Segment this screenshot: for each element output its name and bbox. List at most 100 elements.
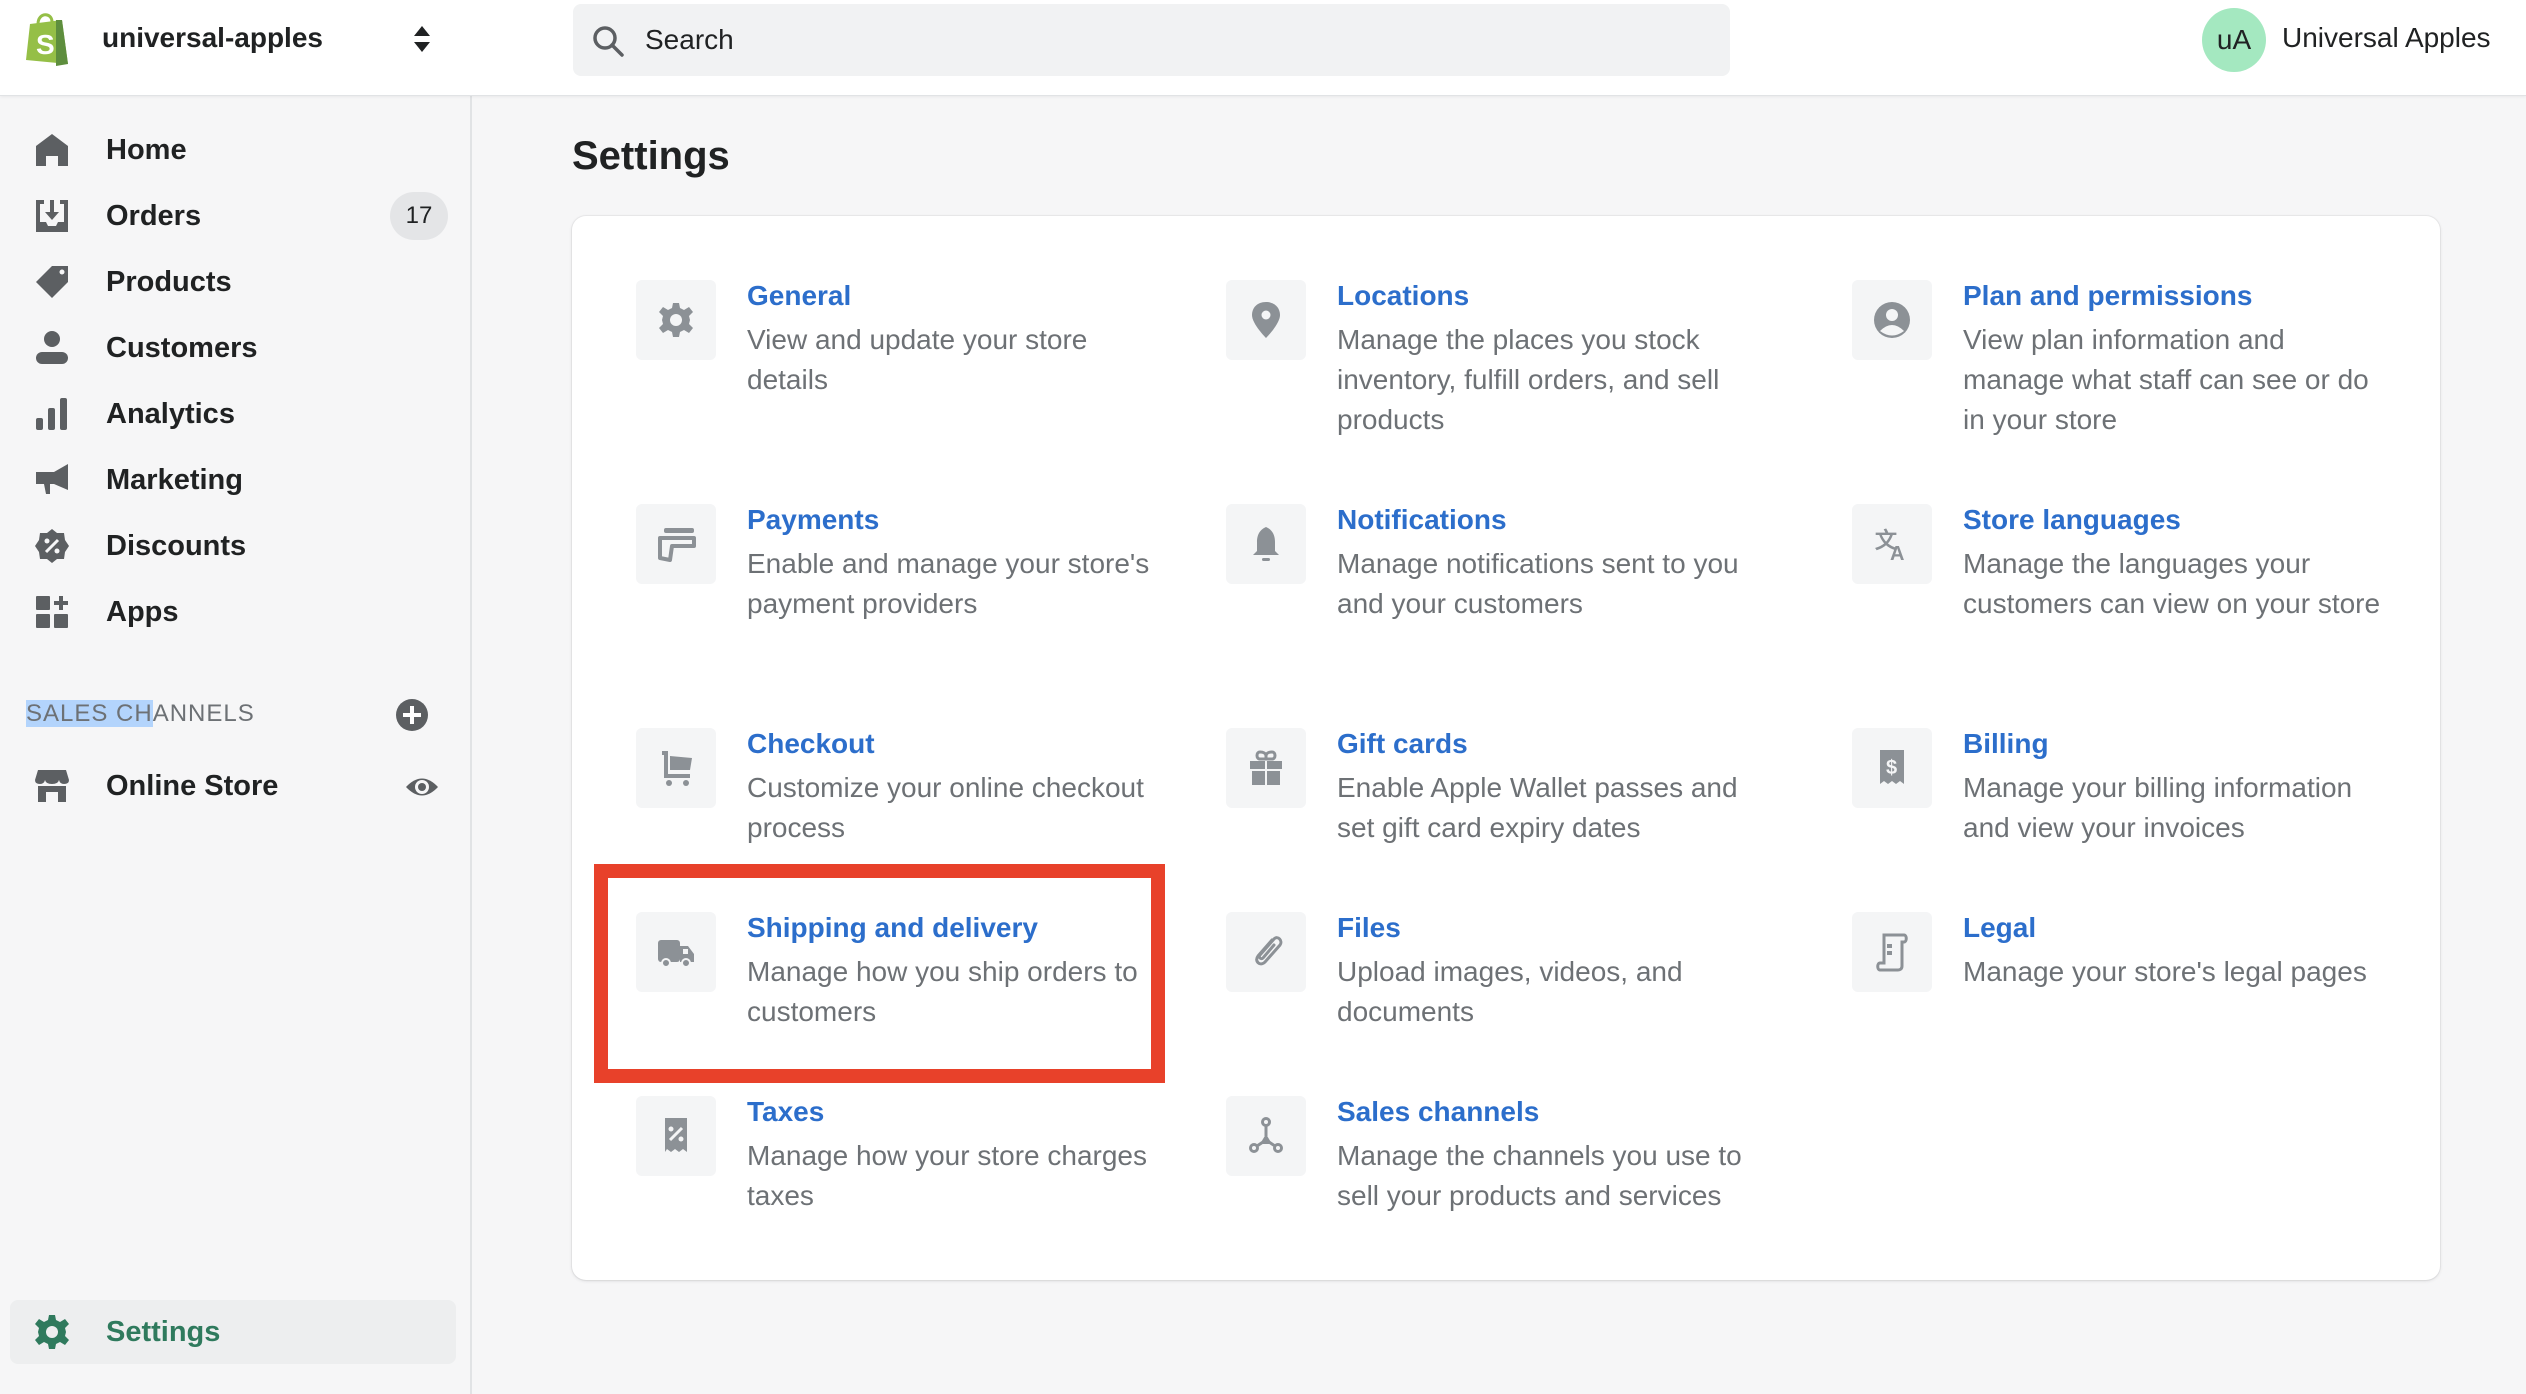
sidebar-item-label: Products <box>106 266 232 298</box>
setting-title[interactable]: Shipping and delivery <box>747 912 1038 944</box>
person-icon <box>36 331 68 364</box>
setting-title[interactable]: Store languages <box>1963 504 2181 536</box>
store-switcher-icon[interactable] <box>410 24 434 54</box>
setting-title[interactable]: Billing <box>1963 728 2049 760</box>
setting-title[interactable]: Sales channels <box>1337 1096 1539 1128</box>
sidebar-item-analytics[interactable]: Analytics <box>10 384 456 444</box>
orders-count-badge: 17 <box>390 192 448 240</box>
bell-icon <box>1253 527 1279 561</box>
setting-title[interactable]: Notifications <box>1337 504 1507 536</box>
sidebar-item-marketing[interactable]: Marketing <box>10 450 456 510</box>
icon-box <box>636 728 716 808</box>
setting-description: View and update your store details <box>747 324 1088 395</box>
icon-box <box>636 504 716 584</box>
setting-description: Manage your billing information and view… <box>1963 772 2353 843</box>
truck-icon <box>658 940 694 968</box>
bar-chart-icon <box>36 398 67 430</box>
sidebar-item-products[interactable]: Products <box>10 252 456 312</box>
setting-title[interactable]: Files <box>1337 912 1401 944</box>
sidebar-item-label: Online Store <box>106 770 279 802</box>
icon-box <box>1226 1096 1306 1176</box>
header-text: ANNELS <box>152 700 255 727</box>
sales-channels-icon <box>1249 1117 1283 1153</box>
setting-title[interactable]: Gift cards <box>1337 728 1468 760</box>
avatar[interactable]: uA <box>2202 8 2266 72</box>
icon-box <box>636 280 716 360</box>
location-pin-icon <box>1252 302 1280 338</box>
sidebar-item-label: Customers <box>106 332 258 364</box>
setting-description: Manage the languages your customers can … <box>1963 548 2381 619</box>
setting-title[interactable]: Taxes <box>747 1096 824 1128</box>
sidebar-item-customers[interactable]: Customers <box>10 318 456 378</box>
sidebar-item-orders[interactable]: Orders 17 <box>10 186 456 246</box>
setting-title[interactable]: Locations <box>1337 280 1469 312</box>
store-name[interactable]: universal-apples <box>102 22 323 54</box>
sidebar-item-apps[interactable]: Apps <box>10 582 456 642</box>
sidebar-item-label: Analytics <box>106 398 235 430</box>
eye-icon[interactable] <box>405 770 439 804</box>
shopify-logo-icon: S <box>26 13 68 66</box>
icon-box <box>1226 280 1306 360</box>
svg-text:S: S <box>36 29 55 60</box>
setting-description: Manage how your store charges taxes <box>747 1140 1147 1211</box>
sidebar-item-label: Settings <box>106 1316 221 1348</box>
icon-box <box>1226 504 1306 584</box>
gear-icon <box>35 1315 69 1349</box>
search-placeholder: Search <box>645 24 734 55</box>
setting-title[interactable]: General <box>747 280 851 312</box>
gear-icon <box>659 303 693 337</box>
setting-description: Upload images, videos, and documents <box>1337 956 1683 1027</box>
sidebar-item-home[interactable]: Home <box>10 120 456 180</box>
icon-box <box>1852 280 1932 360</box>
icon-box <box>1226 728 1306 808</box>
sidebar-item-label: Apps <box>106 596 179 628</box>
setting-description: Manage the places you stock inventory, f… <box>1337 324 1720 435</box>
setting-description: View plan information and manage what st… <box>1963 324 2369 435</box>
selected-text: SALES CH <box>26 700 153 727</box>
icon-box: 文A <box>1852 504 1932 584</box>
payment-card-icon <box>658 528 696 562</box>
setting-description: Manage how you ship orders to customers <box>747 956 1138 1027</box>
setting-description: Customize your online checkout process <box>747 772 1144 843</box>
icon-box: $ <box>1852 728 1932 808</box>
add-sales-channel-icon[interactable] <box>395 698 429 732</box>
sidebar-item-discounts[interactable]: Discounts <box>10 516 456 576</box>
discount-icon <box>35 529 69 563</box>
user-name[interactable]: Universal Apples <box>2282 22 2491 54</box>
search-input[interactable]: Search <box>573 4 1730 76</box>
paperclip-icon <box>1255 936 1283 966</box>
billing-receipt-icon: $ <box>1880 750 1904 784</box>
setting-title[interactable]: Checkout <box>747 728 875 760</box>
sidebar-item-label: Marketing <box>106 464 243 496</box>
icon-box <box>636 912 716 992</box>
sidebar-item-settings[interactable]: Settings <box>10 1300 456 1364</box>
setting-title[interactable]: Plan and permissions <box>1963 280 2252 312</box>
translate-icon: 文A <box>1875 528 1904 564</box>
sidebar: Home Orders 17 Products Customers Analyt… <box>0 96 472 1394</box>
tag-icon <box>36 266 68 298</box>
tax-receipt-icon <box>665 1118 687 1152</box>
setting-title[interactable]: Legal <box>1963 912 2036 944</box>
search-icon <box>593 26 624 57</box>
legal-scroll-icon <box>1876 933 1908 972</box>
svg-text:$: $ <box>1886 757 1897 779</box>
page-title: Settings <box>572 134 730 178</box>
top-bar: S universal-apples Search uA Universal A… <box>0 0 2526 96</box>
setting-title[interactable]: Payments <box>747 504 879 536</box>
sales-channels-header: SALES CHANNELS <box>26 700 255 728</box>
icon-box <box>636 1096 716 1176</box>
settings-card: General View and update your store detai… <box>572 216 2440 1280</box>
icon-box <box>1852 912 1932 992</box>
sidebar-item-label: Orders <box>106 200 202 232</box>
sidebar-item-label: Home <box>106 134 187 166</box>
store-icon <box>35 770 69 802</box>
icon-box <box>1226 912 1306 992</box>
sidebar-item-online-store[interactable]: Online Store <box>10 756 456 816</box>
gift-icon <box>1250 750 1282 785</box>
setting-description: Enable and manage your store's payment p… <box>747 548 1150 619</box>
svg-text:A: A <box>1890 543 1904 564</box>
home-icon <box>36 134 68 166</box>
user-circle-icon <box>1874 302 1910 338</box>
orders-icon <box>36 200 68 232</box>
setting-description: Manage your store's legal pages <box>1963 956 2367 987</box>
